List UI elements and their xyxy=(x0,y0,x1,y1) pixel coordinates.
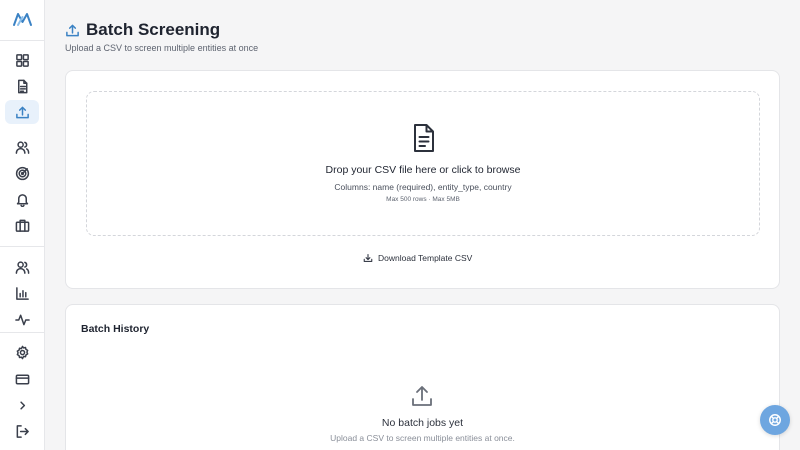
dropzone-limits: Max 500 rows · Max 5MB xyxy=(386,196,460,203)
logout-icon xyxy=(16,424,29,438)
upload-icon xyxy=(66,24,79,36)
sidebar-item-team[interactable] xyxy=(5,255,39,279)
bell-icon xyxy=(16,193,28,207)
team-icon xyxy=(15,260,29,274)
sidebar-item-dashboard[interactable] xyxy=(5,48,39,72)
csv-dropzone[interactable]: Drop your CSV file here or click to brow… xyxy=(86,91,760,236)
dropzone-title: Drop your CSV file here or click to brow… xyxy=(325,164,521,176)
empty-state-subtitle: Upload a CSV to screen multiple entities… xyxy=(330,433,515,443)
sidebar-item-documents[interactable] xyxy=(5,74,39,98)
activity-icon xyxy=(14,314,30,325)
download-icon xyxy=(363,254,373,262)
download-template-button[interactable]: Download Template CSV xyxy=(363,251,472,265)
sidebar-expand-button[interactable] xyxy=(5,393,39,417)
sidebar xyxy=(0,0,45,450)
dropzone-columns-hint: Columns: name (required), entity_type, c… xyxy=(334,182,512,192)
page-header: Batch Screening xyxy=(65,20,220,40)
sidebar-item-billing[interactable] xyxy=(5,367,39,391)
sidebar-item-alerts[interactable] xyxy=(5,187,39,211)
briefcase-icon xyxy=(15,219,29,232)
dashboard-icon xyxy=(15,53,29,67)
file-text-icon xyxy=(414,124,434,152)
sidebar-divider xyxy=(0,246,44,247)
download-template-label: Download Template CSV xyxy=(378,253,473,263)
credit-card-icon xyxy=(15,374,29,384)
batch-history-card: Batch History No batch jobs yet Upload a… xyxy=(65,304,780,450)
sidebar-logout-button[interactable] xyxy=(5,419,39,443)
sidebar-item-settings[interactable] xyxy=(5,340,39,364)
sidebar-item-activity[interactable] xyxy=(5,307,39,331)
gear-icon xyxy=(16,345,28,359)
sidebar-item-users[interactable] xyxy=(5,135,39,159)
upload-icon xyxy=(15,106,29,118)
upload-card: Drop your CSV file here or click to brow… xyxy=(65,70,780,289)
page-subtitle: Upload a CSV to screen multiple entities… xyxy=(65,43,259,53)
help-button[interactable] xyxy=(760,405,790,435)
users-icon xyxy=(15,140,29,154)
empty-state-title: No batch jobs yet xyxy=(381,417,464,429)
radar-icon xyxy=(15,166,29,180)
upload-icon xyxy=(412,386,432,406)
sidebar-item-batch-screening[interactable] xyxy=(5,100,39,124)
sidebar-item-cases[interactable] xyxy=(5,213,39,237)
batch-history-title: Batch History xyxy=(81,323,150,335)
document-icon xyxy=(17,79,27,93)
sidebar-divider xyxy=(0,332,44,333)
bar-chart-icon xyxy=(15,286,29,300)
sidebar-divider xyxy=(0,40,44,41)
brand-logo[interactable] xyxy=(12,10,33,28)
page-title: Batch Screening xyxy=(86,20,221,39)
chevron-right-icon xyxy=(19,400,25,410)
sidebar-item-reports[interactable] xyxy=(5,281,39,305)
sidebar-item-monitoring[interactable] xyxy=(5,161,39,185)
lifebuoy-icon xyxy=(769,414,781,426)
